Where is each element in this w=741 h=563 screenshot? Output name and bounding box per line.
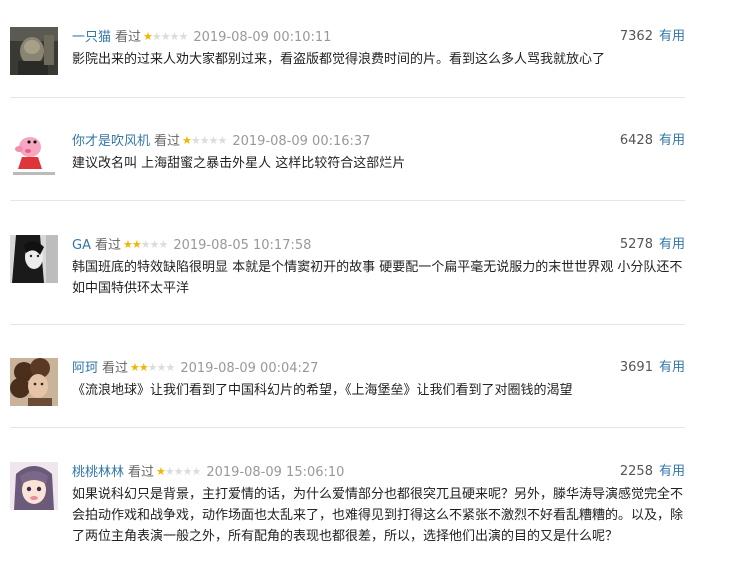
comment-time: 2019-08-09 00:10:11 (193, 30, 332, 45)
comment-item: 你才是吹风机 看过 ★★★★★ 2019-08-09 00:16:37 6428 有用 … (10, 131, 685, 191)
comment-text: 影院出来的过来人劝大家都别过来，看盗版都觉得浪费时间的片。看到这么多人骂我就放心… (72, 52, 606, 67)
comment-item: GA 看过 ★★★★★ 2019-08-05 10:17:58 5278 有用 韩国班底… (10, 235, 685, 305)
vote-count: 5278 (619, 237, 653, 252)
useful-button[interactable]: 有用 (659, 133, 685, 148)
rating-stars: ★★★★★ (143, 30, 188, 43)
comment-text: 韩国班底的特效缺陷很明显 本就是个情窦初开的故事 硬要配一个扁平毫无说服力的末世… (72, 260, 683, 296)
vote-area: 5278 有用 (620, 235, 685, 255)
comment-meta: 桃桃林林 看过 ★★★★★ 2019-08-09 15:06:10 (72, 462, 344, 482)
comment-item: 阿珂 看过 ★★★★★ 2019-08-09 00:04:27 3691 有用 《流浪地… (10, 358, 685, 418)
comment-time: 2019-08-09 00:16:37 (232, 134, 371, 149)
divider (10, 324, 685, 325)
avatar[interactable] (10, 358, 58, 406)
vote-area: 2258 有用 (620, 462, 685, 482)
username-link[interactable]: 桃桃林林 (72, 465, 124, 480)
username-link[interactable]: 一只猫 (72, 30, 111, 45)
comment-time: 2019-08-05 10:17:58 (173, 238, 312, 253)
useful-button[interactable]: 有用 (659, 29, 685, 44)
vote-count: 3691 (619, 360, 653, 375)
curly-hair-avatar-icon (10, 358, 58, 406)
vote-count: 7362 (619, 29, 653, 44)
useful-button[interactable]: 有用 (659, 464, 685, 479)
bw-portrait-avatar-icon (10, 235, 58, 283)
pink-pig-avatar-icon (10, 131, 58, 179)
avatar[interactable] (10, 462, 58, 510)
username-link[interactable]: 你才是吹风机 (72, 134, 150, 149)
vote-count: 2258 (619, 464, 653, 479)
divider (10, 427, 685, 428)
comment-text: 建议改名叫 上海甜蜜之暴击外星人 这样比较符合这部烂片 (72, 156, 406, 171)
watch-status: 看过 (102, 361, 129, 376)
comment-meta: 你才是吹风机 看过 ★★★★★ 2019-08-09 00:16:37 (72, 131, 370, 151)
divider (10, 200, 685, 201)
watch-status: 看过 (94, 238, 121, 253)
divider (10, 97, 685, 98)
useful-button[interactable]: 有用 (659, 360, 685, 375)
watch-status: 看过 (154, 134, 181, 149)
username-link[interactable]: GA (72, 238, 91, 253)
avatar[interactable] (10, 235, 58, 283)
avatar[interactable] (10, 131, 58, 179)
watch-status: 看过 (128, 465, 155, 480)
rating-stars: ★★★★★ (130, 361, 175, 374)
username-link[interactable]: 阿珂 (72, 361, 98, 376)
watch-status: 看过 (115, 30, 142, 45)
vote-area: 6428 有用 (620, 131, 685, 151)
comment-item: 桃桃林林 看过 ★★★★★ 2019-08-09 15:06:10 2258 有用 如果… (10, 462, 685, 552)
rating-stars: ★★★★★ (122, 238, 168, 251)
comment-meta: 阿珂 看过 ★★★★★ 2019-08-09 00:04:27 (72, 358, 318, 378)
vote-area: 3691 有用 (620, 358, 685, 378)
comment-meta: 一只猫 看过 ★★★★★ 2019-08-09 00:10:11 (72, 27, 331, 47)
useful-button[interactable]: 有用 (659, 237, 685, 252)
comment-text: 《流浪地球》让我们看到了中国科幻片的希望，《上海堡垒》让我们看到了对圈钱的渴望 (72, 383, 573, 398)
comment-item: 一只猫 看过 ★★★★★ 2019-08-09 00:10:11 7362 有用 影院出… (10, 27, 685, 87)
rating-stars: ★★★★★ (182, 134, 227, 147)
comment-time: 2019-08-09 15:06:10 (206, 465, 345, 480)
anime-girl-avatar-icon (10, 462, 58, 510)
dark-photo-avatar-icon (10, 27, 58, 75)
comment-meta: GA 看过 ★★★★★ 2019-08-05 10:17:58 (72, 235, 311, 255)
comment-time: 2019-08-09 00:04:27 (180, 361, 319, 376)
rating-stars: ★★★★★ (156, 465, 201, 478)
vote-count: 6428 (619, 133, 653, 148)
vote-area: 7362 有用 (620, 27, 685, 47)
comment-text: 如果说科幻只是背景，主打爱情的话，为什么爱情部分也都很突兀且硬来呢？另外，滕华涛… (72, 487, 684, 544)
avatar[interactable] (10, 27, 58, 75)
